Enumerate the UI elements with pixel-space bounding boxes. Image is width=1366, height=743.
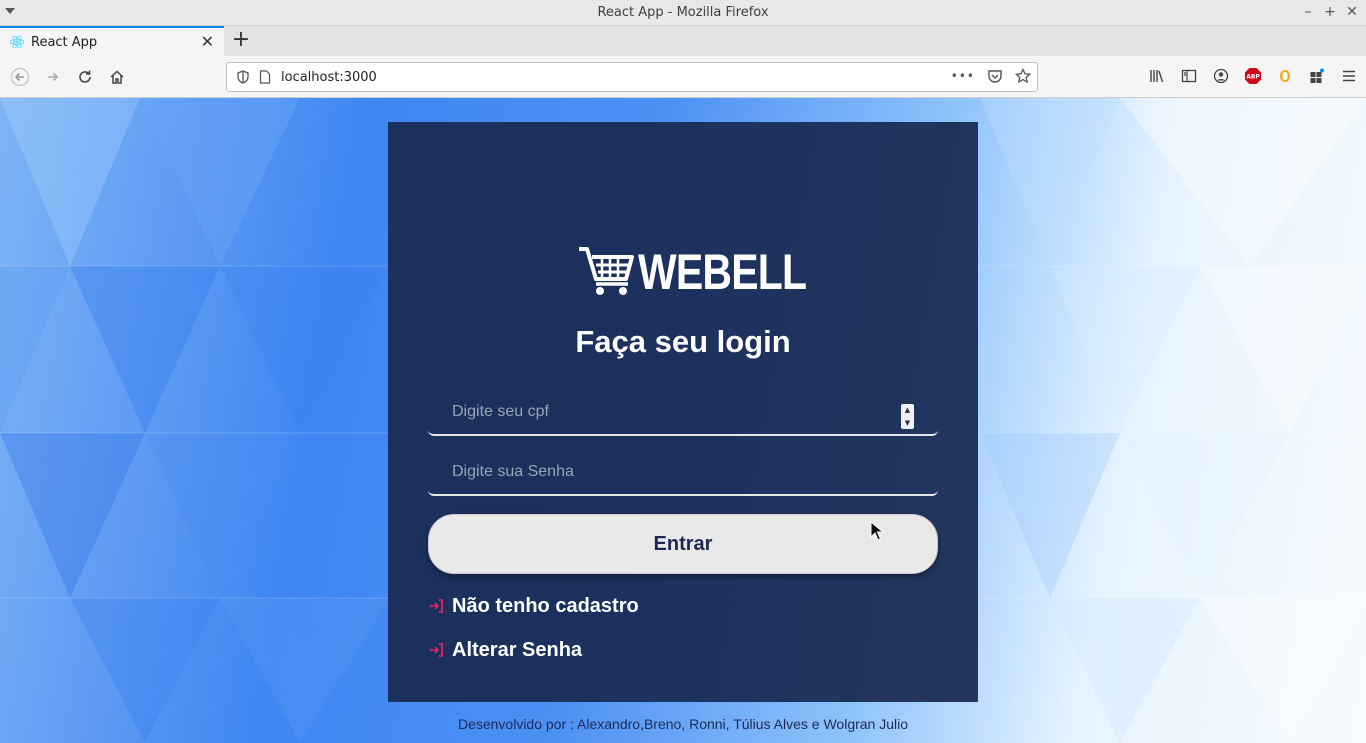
password-input[interactable] [428,450,938,494]
tab-label: React App [31,34,98,50]
forward-arrow-icon [48,72,59,82]
adblock-plus-icon[interactable]: ABP [1244,67,1262,85]
window-controls: – + ✕ [1302,4,1358,20]
account-icon[interactable] [1212,67,1230,85]
maximize-button[interactable]: + [1324,4,1336,20]
react-icon [9,35,25,49]
register-link-label[interactable]: Não tenho cadastro [452,595,639,618]
cpf-field: ▲ ▼ [428,390,938,436]
pocket-icon[interactable] [987,68,1003,84]
reload-button[interactable] [71,63,99,91]
window-title: React App - Mozilla Firefox [597,5,769,20]
sidebar-icon[interactable] [1180,67,1198,85]
cpf-input[interactable] [428,390,938,434]
password-field [428,450,938,496]
url-bar[interactable]: localhost:3000 ••• [226,62,1038,92]
spinner-down-icon[interactable]: ▼ [905,419,910,427]
close-tab-icon[interactable]: ✕ [201,32,214,51]
tab-react-app[interactable]: React App ✕ [0,26,224,56]
close-window-button[interactable]: ✕ [1346,4,1358,20]
url-text[interactable]: localhost:3000 [281,70,377,85]
page-actions-icon[interactable]: ••• [951,69,975,83]
library-icon[interactable] [1148,67,1166,85]
tab-bar: React App ✕ + [0,26,1366,56]
footer-credits: Desenvolvido por : Alexandro,Breno, Ronn… [457,716,909,732]
login-title: Faça seu login [575,324,791,359]
mouse-pointer-icon [870,521,884,541]
brand-logo: WEBELL [578,244,843,300]
toolbar-right: ABP [1148,67,1358,85]
svg-text:ABP: ABP [1246,74,1260,81]
number-spinner[interactable]: ▲ ▼ [901,404,914,429]
login-card: WEBELL Faça seu login ▲ ▼ Entrar Não ten… [388,122,978,702]
navigation-toolbar: localhost:3000 ••• ABP [0,56,1366,98]
window-titlebar: React App - Mozilla Firefox – + ✕ [0,0,1366,26]
page-info-icon[interactable] [257,69,273,85]
page-viewport: WEBELL Faça seu login ▲ ▼ Entrar Não ten… [0,98,1366,743]
sign-in-arrow-icon [428,597,446,615]
enter-button[interactable]: Entrar [428,514,938,574]
window-menu-icon[interactable] [5,8,15,14]
new-tab-button[interactable]: + [230,28,252,52]
extensions-puzzle-icon[interactable] [1308,67,1326,85]
back-arrow-icon [11,68,29,86]
register-link[interactable]: Não tenho cadastro [428,593,639,619]
spinner-up-icon[interactable]: ▲ [905,406,910,414]
home-icon [110,70,124,84]
back-button[interactable] [6,63,34,91]
url-actions: ••• [951,68,1031,84]
shopping-cart-icon [579,247,634,295]
extension-icon[interactable] [1276,67,1294,85]
minimize-button[interactable]: – [1302,4,1314,20]
bookmark-star-icon[interactable] [1015,68,1031,84]
change-password-link[interactable]: Alterar Senha [428,637,582,663]
brand-name: WEBELL [638,244,807,300]
home-button[interactable] [103,63,131,91]
hamburger-menu-icon[interactable] [1340,67,1358,85]
change-password-link-label[interactable]: Alterar Senha [452,639,582,662]
tracking-protection-icon[interactable] [235,69,251,85]
sign-in-arrow-icon [428,641,446,659]
forward-button[interactable] [39,63,67,91]
reload-icon [79,70,91,83]
